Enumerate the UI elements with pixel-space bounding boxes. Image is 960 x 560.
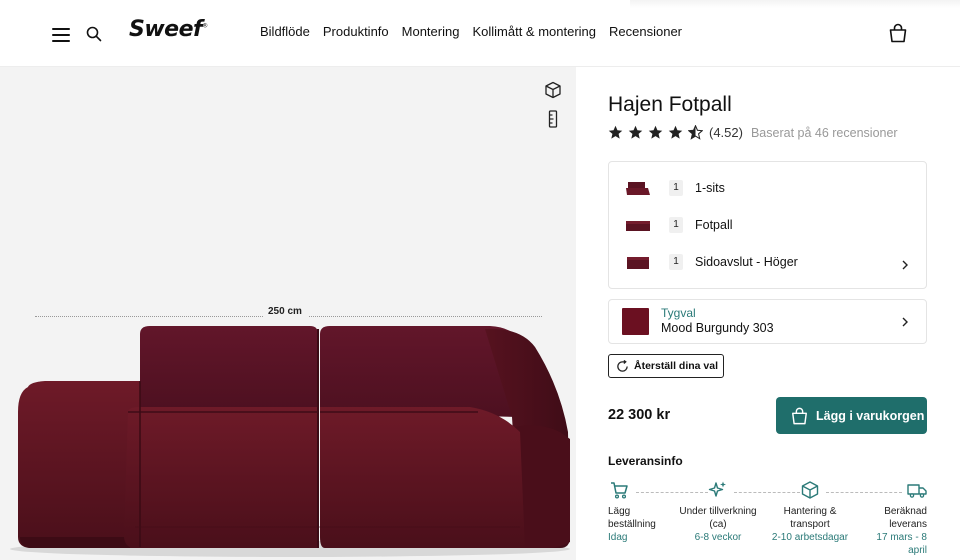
step-title: transport	[790, 519, 830, 530]
delivery-step: Lägg beställning Idag	[608, 505, 668, 544]
step-title: leverans	[889, 519, 927, 530]
delivery-step: Under tillverkning (ca) 6-8 veckor	[676, 505, 760, 544]
site-logo[interactable]: Sweef®	[129, 17, 208, 42]
product-panel: Hajen Fotpall (4.52) Baserat på 46 recen…	[576, 67, 960, 560]
timeline-line	[636, 492, 708, 493]
module-label: 1-sits	[695, 181, 725, 195]
sparkle-icon	[708, 481, 726, 497]
timeline-line	[734, 492, 800, 493]
header-shadow	[630, 0, 960, 8]
module-item[interactable]: 1 1-sits	[609, 170, 928, 206]
module-sidoavslut-icon	[627, 257, 649, 269]
fabric-selector[interactable]: Tygval Mood Burgundy 303	[608, 299, 927, 344]
module-item[interactable]: 1 Fotpall	[609, 207, 928, 243]
star-full-icon	[628, 125, 643, 139]
cart-icon	[611, 482, 628, 499]
product-gallery[interactable]: 250 cm	[0, 67, 576, 560]
sofa-image	[10, 326, 570, 557]
module-label: Sidoavslut - Höger	[695, 255, 798, 269]
module-label: Fotpall	[695, 218, 733, 232]
module-qty: 1	[669, 254, 683, 270]
delivery-heading: Leveransinfo	[608, 454, 683, 468]
star-full-icon	[608, 125, 623, 139]
menu-icon[interactable]	[52, 27, 70, 42]
reset-label: Återställ dina val	[634, 360, 719, 372]
fabric-category: Tygval	[661, 306, 696, 320]
star-full-icon	[668, 125, 683, 139]
search-icon[interactable]	[86, 26, 102, 42]
rating-score: (4.52)	[709, 125, 743, 140]
star-full-icon	[648, 125, 663, 139]
timeline-line	[826, 492, 902, 493]
chevron-right-icon	[902, 317, 908, 327]
module-list: 1 1-sits 1 Fotpall 1 Sidoavslut - Höger	[608, 161, 927, 289]
add-to-cart-button[interactable]: Lägg i varukorgen	[776, 397, 927, 434]
nav-kollimatt[interactable]: Kollimått & montering	[472, 24, 596, 39]
box-icon	[801, 481, 819, 499]
module-qty: 1	[669, 217, 683, 233]
nav-bildflode[interactable]: Bildflöde	[260, 24, 310, 39]
nav-montering[interactable]: Montering	[402, 24, 460, 39]
main-nav: Bildflöde Produktinfo Montering Kollimåt…	[260, 24, 695, 39]
step-duration: april	[908, 545, 927, 556]
chevron-right-icon[interactable]	[901, 260, 909, 270]
logo-text: Sweef	[129, 17, 203, 42]
shopping-bag-icon[interactable]	[889, 23, 907, 43]
step-title: Lägg	[608, 506, 631, 517]
step-title: Under tillverkning	[679, 506, 757, 517]
refresh-icon	[617, 359, 628, 372]
step-duration: 17 mars - 8	[876, 532, 927, 543]
step-title: Beräknad	[884, 506, 927, 517]
site-header: Sweef® Bildflöde Produktinfo Montering K…	[0, 0, 960, 67]
nav-produktinfo[interactable]: Produktinfo	[323, 24, 389, 39]
delivery-step: Hantering & transport 2-10 arbetsdagar	[766, 505, 854, 544]
product-title: Hajen Fotpall	[608, 93, 732, 116]
step-duration: 2-10 arbetsdagar	[771, 532, 849, 543]
star-half-icon	[688, 125, 703, 140]
module-item[interactable]: 1 Sidoavslut - Höger	[609, 244, 928, 280]
fabric-name: Mood Burgundy 303	[661, 321, 774, 335]
step-title: (ca)	[709, 519, 727, 530]
add-to-cart-label: Lägg i varukorgen	[816, 408, 925, 423]
step-duration: Idag	[608, 532, 628, 543]
module-1-sits-icon	[626, 182, 650, 195]
rating-count[interactable]: Baserat på 46 recensioner	[751, 126, 898, 140]
step-duration: 6-8 veckor	[694, 532, 742, 543]
product-price: 22 300 kr	[608, 407, 671, 423]
reset-choices-button[interactable]: Återställ dina val	[608, 354, 724, 378]
step-title: Hantering &	[783, 506, 837, 517]
step-title: beställning	[608, 519, 656, 530]
fabric-swatch	[622, 308, 649, 335]
module-fotpall-icon	[626, 221, 650, 231]
shopping-bag-icon	[792, 407, 807, 424]
logo-registered-mark: ®	[202, 22, 208, 30]
product-rating[interactable]: (4.52) Baserat på 46 recensioner	[608, 125, 898, 140]
truck-icon	[907, 484, 927, 498]
module-qty: 1	[669, 180, 683, 196]
nav-recensioner[interactable]: Recensioner	[609, 24, 682, 39]
delivery-step: Beräknad leverans 17 mars - 8 april	[864, 505, 927, 557]
